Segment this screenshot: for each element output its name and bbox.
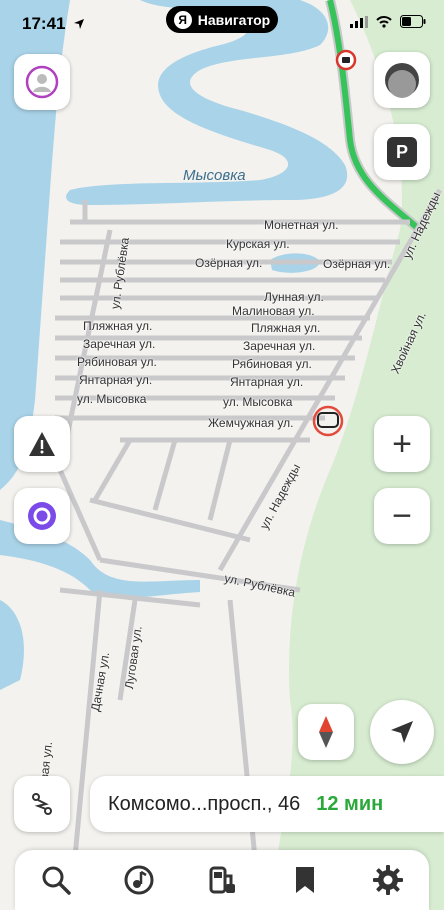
street-label: Малиновая ул. (232, 304, 315, 318)
compass-button[interactable] (298, 704, 354, 760)
street-label: Озёрная ул. (323, 257, 391, 271)
street-label: Янтарная ул. (230, 375, 304, 389)
status-icons (350, 15, 426, 28)
speed-camera-glyph (342, 57, 350, 63)
street-label: Лунная ул. (264, 290, 324, 304)
battery-icon (400, 15, 426, 28)
warning-icon (29, 432, 55, 456)
tab-music[interactable] (117, 858, 161, 902)
street-label: Заречная ул. (83, 337, 156, 351)
street-label: Рябиновая ул. (77, 355, 157, 369)
my-location-button[interactable] (370, 700, 434, 764)
traffic-icon (385, 63, 419, 98)
lake-bottom (0, 600, 24, 690)
search-icon (42, 866, 72, 895)
status-bar: 17:41 Я Навигатор (0, 0, 444, 50)
wifi-icon (376, 15, 392, 28)
compass-icon (319, 716, 333, 748)
street-label: ул. Мысовка (77, 392, 147, 406)
tab-fuel[interactable] (200, 858, 244, 902)
profile-button[interactable] (14, 54, 70, 110)
zoom-out-button[interactable]: − (374, 488, 430, 544)
settings-icon (372, 865, 403, 895)
route-icon (32, 793, 52, 815)
street-label: Курская ул. (226, 237, 290, 251)
bookmark-icon (295, 867, 314, 893)
street-label: Заречная ул. (243, 339, 316, 353)
app-pill: Я Навигатор (166, 6, 278, 33)
street-label: Янтарная ул. (79, 373, 153, 387)
street-label: Рябиновая ул. (232, 357, 312, 371)
street-label: Пляжная ул. (83, 319, 153, 333)
report-event-button[interactable] (14, 416, 70, 472)
alice-assistant-icon (28, 502, 56, 530)
street-label: Озёрная ул. (195, 256, 263, 270)
route-eta: 12 мин (316, 792, 384, 815)
route-card[interactable]: Комсомо...просп., 46 12 мин (90, 776, 444, 832)
tab-search[interactable] (34, 858, 78, 902)
street-label: Монетная ул. (264, 218, 339, 232)
route-destination: Комсомо...просп., 46 (108, 792, 301, 815)
app-pill-label: Навигатор (197, 11, 271, 28)
zoom-in-button[interactable]: + (374, 416, 430, 472)
music-icon (124, 865, 154, 895)
status-time: 17:41 (22, 14, 66, 33)
alice-button[interactable] (14, 488, 70, 544)
location-arrow-icon (74, 19, 84, 29)
signal-icon (350, 15, 368, 28)
street-label: ул. Мысовка (223, 395, 293, 409)
navigation-arrow-icon (391, 721, 413, 743)
parking-button[interactable]: P (374, 124, 430, 180)
street-label: Жемчужная ул. (208, 416, 294, 430)
tab-bookmarks[interactable] (283, 858, 327, 902)
place-label-mysovka: Мысовка (183, 167, 246, 184)
street-label: Пляжная ул. (251, 321, 321, 335)
traffic-button[interactable] (374, 52, 430, 108)
parking-icon: P (387, 137, 417, 167)
avatar-icon (25, 65, 59, 99)
tab-settings[interactable] (366, 858, 410, 902)
yandex-logo-icon: Я (173, 10, 192, 29)
fuel-icon (209, 866, 235, 894)
bottom-tabbar (15, 850, 429, 910)
route-options-button[interactable] (14, 776, 70, 832)
